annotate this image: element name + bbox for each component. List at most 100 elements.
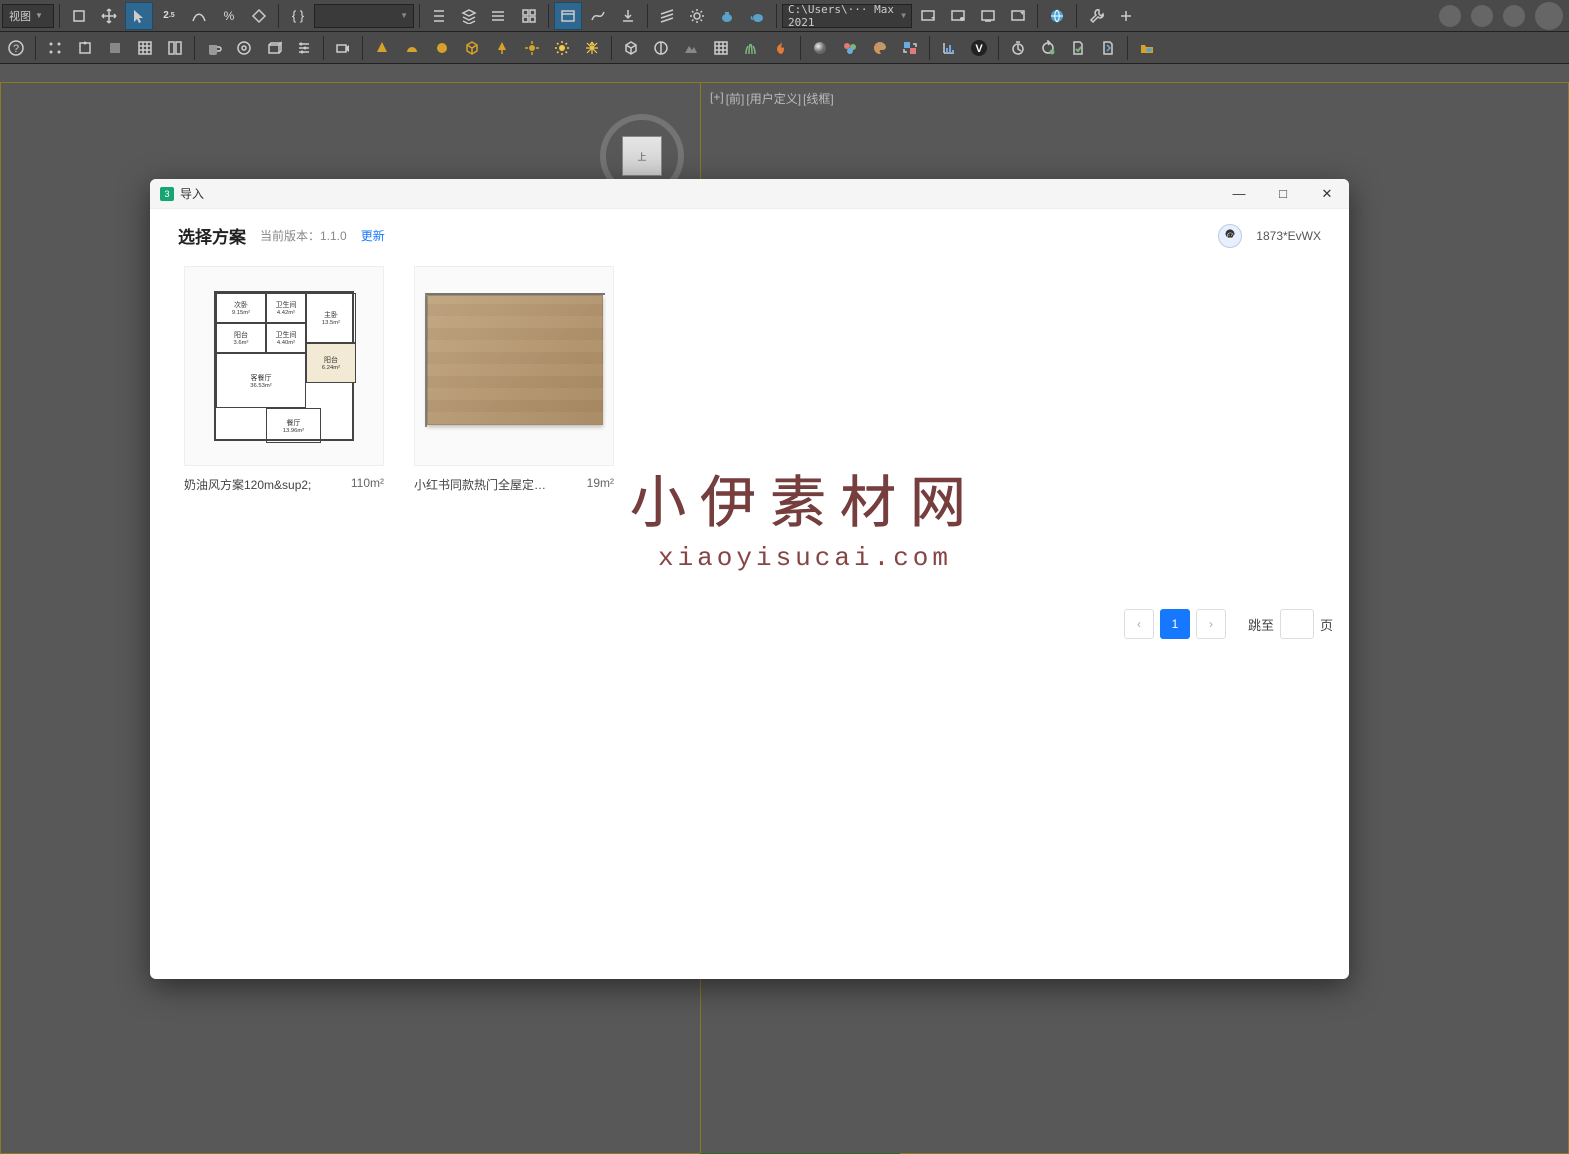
snap-vertex-icon[interactable]: [41, 34, 69, 62]
minimize-button[interactable]: —: [1217, 179, 1261, 209]
path-field[interactable]: C:\Users\··· Max 2021 ▼: [782, 4, 912, 28]
jump-page-input[interactable]: [1280, 609, 1314, 639]
vp-label-front[interactable]: [前]: [726, 90, 745, 107]
plan-card[interactable]: 次卧9.15m² 卫生间4.42m² 主卧13.5m² 阳台3.6m² 卫生间4…: [184, 266, 384, 493]
screen3-icon[interactable]: [974, 2, 1002, 30]
vp-label-userdef[interactable]: [用户定义]: [746, 90, 801, 107]
chart-icon[interactable]: [935, 34, 963, 62]
donut-icon[interactable]: [230, 34, 258, 62]
grid-icon[interactable]: [515, 2, 543, 30]
view-dropdown[interactable]: 视图 ▼: [2, 4, 54, 28]
mug-icon[interactable]: [200, 34, 228, 62]
curve-icon[interactable]: [185, 2, 213, 30]
settings-list-icon[interactable]: [290, 34, 318, 62]
dialog-titlebar[interactable]: 3 导入 — □ ✕: [150, 179, 1349, 209]
page-prev-button[interactable]: ‹: [1124, 609, 1154, 639]
terrain-icon[interactable]: [677, 34, 705, 62]
doc-check-icon[interactable]: [1064, 34, 1092, 62]
vp-label-wire[interactable]: [线框]: [803, 90, 834, 107]
globe-icon[interactable]: [1043, 2, 1071, 30]
search-field[interactable]: ▼: [314, 4, 414, 28]
plus-icon[interactable]: [1112, 2, 1140, 30]
light-sun-icon[interactable]: [548, 34, 576, 62]
light-geo-icon[interactable]: [458, 34, 486, 62]
viewcube-face[interactable]: 上: [622, 136, 662, 176]
plan-card[interactable]: 小红书同款热门全屋定制案例… 19m²: [414, 266, 614, 493]
chevron-down-icon: ▼: [901, 11, 906, 20]
grass-icon[interactable]: [737, 34, 765, 62]
selection-bracket-icon[interactable]: [65, 2, 93, 30]
jump-label: 跳至: [1248, 615, 1274, 634]
plan-area: 19m²: [587, 476, 614, 493]
half-circle-icon[interactable]: [647, 34, 675, 62]
sphere-shaded-icon[interactable]: [806, 34, 834, 62]
swap-icon[interactable]: [896, 34, 924, 62]
list-icon[interactable]: [485, 2, 513, 30]
page-next-button[interactable]: ›: [1196, 609, 1226, 639]
path-value: C:\Users\··· Max 2021: [788, 3, 901, 29]
maximize-button[interactable]: □: [1261, 179, 1305, 209]
version-label: 当前版本：1.1.0: [260, 227, 347, 244]
light-sphere-icon[interactable]: [428, 34, 456, 62]
v-logo-icon[interactable]: V: [965, 34, 993, 62]
palette-icon[interactable]: [866, 34, 894, 62]
snap-grid-icon[interactable]: [131, 34, 159, 62]
bubbles-icon[interactable]: [836, 34, 864, 62]
align-icon[interactable]: [425, 2, 453, 30]
page-number-button[interactable]: 1: [1160, 609, 1190, 639]
crosshatch-icon[interactable]: [653, 2, 681, 30]
curve-editor-icon[interactable]: [584, 2, 612, 30]
help-icon[interactable]: ?: [2, 34, 30, 62]
vp-label-plus[interactable]: [+]: [710, 90, 724, 107]
separator: [1037, 4, 1038, 28]
light-dome-icon[interactable]: [398, 34, 426, 62]
screen2-icon[interactable]: [944, 2, 972, 30]
refresh-gear-icon[interactable]: [1034, 34, 1062, 62]
pagination: ‹ 1 › 跳至 页: [1124, 609, 1333, 639]
view-dropdown-label: 视图: [9, 8, 31, 24]
light-burst-icon[interactable]: [578, 34, 606, 62]
panel-grid-icon[interactable]: [707, 34, 735, 62]
box-icon[interactable]: [260, 34, 288, 62]
screen1-icon[interactable]: [914, 2, 942, 30]
light-target-icon[interactable]: [488, 34, 516, 62]
separator: [278, 4, 279, 28]
diamond-icon[interactable]: [245, 2, 273, 30]
timer-icon[interactable]: [1004, 34, 1032, 62]
teapot2-icon[interactable]: [743, 2, 771, 30]
download-icon[interactable]: [614, 2, 642, 30]
dialog-heading: 选择方案: [178, 223, 246, 248]
separator: [35, 36, 36, 60]
move-icon[interactable]: [95, 2, 123, 30]
scale-25-icon[interactable]: 2.5: [155, 2, 183, 30]
wrench-icon[interactable]: [1082, 2, 1110, 30]
braces-icon[interactable]: { }: [284, 2, 312, 30]
gear-icon[interactable]: [683, 2, 711, 30]
fire-icon[interactable]: [767, 34, 795, 62]
folder-teapot-icon[interactable]: [1133, 34, 1161, 62]
layers-icon[interactable]: [455, 2, 483, 30]
percent-icon[interactable]: %: [215, 2, 243, 30]
circle-indicator-1: [1439, 5, 1461, 27]
light-omni-icon[interactable]: [518, 34, 546, 62]
separator: [998, 36, 999, 60]
plan-thumbnail: [414, 266, 614, 466]
chevron-down-icon: ▼: [35, 11, 43, 20]
teapot-icon[interactable]: [713, 2, 741, 30]
screen4-icon[interactable]: [1004, 2, 1032, 30]
snap-settings-icon[interactable]: [161, 34, 189, 62]
wood-floor-icon: [427, 295, 603, 425]
close-button[interactable]: ✕: [1305, 179, 1349, 209]
window-mode-icon[interactable]: [554, 2, 582, 30]
viewport-labels[interactable]: [+] [前] [用户定义] [线框]: [710, 90, 834, 107]
doc-arrow-icon[interactable]: [1094, 34, 1122, 62]
cube-wire-icon[interactable]: [617, 34, 645, 62]
light-spot-icon[interactable]: [368, 34, 396, 62]
camera-icon[interactable]: [329, 34, 357, 62]
snap-face-icon[interactable]: [101, 34, 129, 62]
avatar-icon[interactable]: ☺: [1218, 224, 1242, 248]
select-arrow-icon[interactable]: [125, 2, 153, 30]
update-link[interactable]: 更新: [361, 227, 385, 244]
snap-edge-icon[interactable]: [71, 34, 99, 62]
separator: [548, 4, 549, 28]
